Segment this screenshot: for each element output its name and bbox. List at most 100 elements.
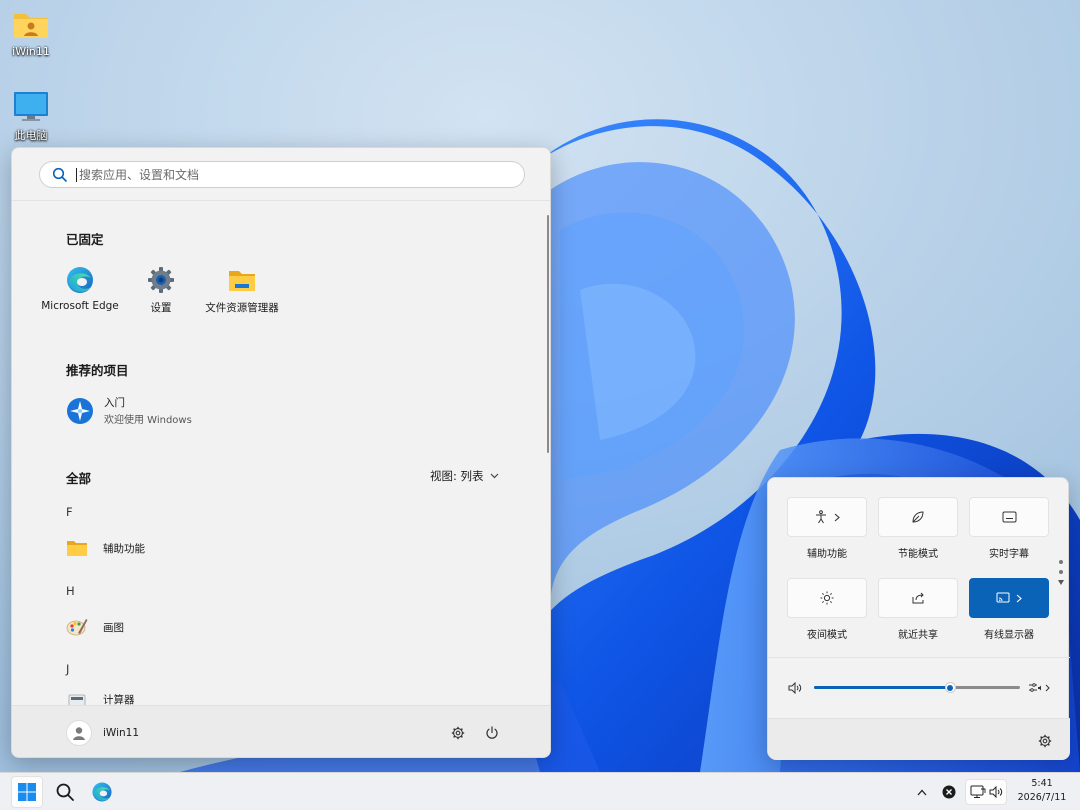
tile-live-captions[interactable] <box>969 497 1049 537</box>
tray-status-button[interactable] <box>939 782 959 802</box>
taskbar-search-button[interactable] <box>49 776 81 808</box>
search-input[interactable] <box>79 167 499 182</box>
pinned-app-edge[interactable]: Microsoft Edge <box>40 265 120 312</box>
desktop-icon-label: 此电脑 <box>14 129 48 142</box>
view-mode-label: 视图: 列表 <box>430 469 484 483</box>
start-menu-footer: iWin11 <box>12 705 550 757</box>
tile-energy-saver[interactable] <box>878 497 958 537</box>
pinned-app-label: 文件资源管理器 <box>205 302 279 314</box>
tile-label: 实时字幕 <box>989 549 1029 560</box>
volume-icon <box>989 786 1002 798</box>
tile-label: 节能模式 <box>898 549 938 560</box>
user-account-button[interactable]: iWin11 <box>66 720 139 746</box>
page-dot[interactable] <box>1059 570 1063 574</box>
leaf-icon <box>912 511 924 523</box>
captions-icon <box>1002 511 1016 523</box>
monitor-icon <box>11 90 51 124</box>
pinned-app-label: Microsoft Edge <box>41 300 119 312</box>
taskbar: 5:41 2026/7/11 <box>0 772 1080 810</box>
all-apps-section-title: 全部 <box>66 471 92 486</box>
tile-accessibility[interactable] <box>787 497 867 537</box>
pinned-app-file-explorer[interactable]: 文件资源管理器 <box>202 265 282 315</box>
tile-wired-display[interactable] <box>969 578 1049 618</box>
app-group-letter[interactable]: J <box>66 662 69 676</box>
show-hidden-icons-button[interactable] <box>912 782 932 802</box>
speaker-icon[interactable] <box>788 682 802 694</box>
app-list-item-label: 辅助功能 <box>103 542 145 555</box>
chevron-down-icon <box>490 473 498 479</box>
pinned-app-label: 设置 <box>150 302 172 314</box>
chevron-right-icon <box>1016 594 1022 602</box>
recommended-item-subtitle: 欢迎使用 Windows <box>104 415 192 426</box>
user-icon <box>73 727 85 740</box>
avatar <box>66 720 92 746</box>
tile-night-light[interactable] <box>787 578 867 618</box>
recommended-section-title: 推荐的项目 <box>66 363 129 378</box>
app-list-item-paint[interactable]: 画图 <box>66 616 124 638</box>
settings-button[interactable] <box>448 723 468 743</box>
quick-settings-footer <box>768 718 1070 760</box>
app-group-letter[interactable]: H <box>66 584 75 598</box>
close-circle-icon <box>942 785 956 799</box>
pinned-app-settings[interactable]: 设置 <box>121 265 201 315</box>
user-folder-icon <box>11 8 51 42</box>
desktop-icon-user-folder[interactable]: iWin11 <box>1 8 61 58</box>
user-name: iWin11 <box>103 727 140 739</box>
share-icon <box>912 592 924 604</box>
divider <box>12 200 550 201</box>
network-monitor-icon <box>970 785 985 798</box>
start-search-box[interactable] <box>39 161 525 188</box>
audio-output-selector-icon[interactable] <box>1028 682 1050 694</box>
app-list-item-label: 画图 <box>103 621 124 634</box>
gear-icon <box>451 726 465 740</box>
tile-label: 夜间模式 <box>807 630 847 641</box>
volume-slider[interactable] <box>814 682 1020 693</box>
page-indicator[interactable] <box>1058 560 1064 585</box>
settings-gear-icon <box>148 267 174 293</box>
page-dot[interactable] <box>1059 560 1063 564</box>
desktop-icon-label: iWin11 <box>12 45 50 58</box>
windows-logo-icon <box>18 783 36 801</box>
power-icon <box>486 726 498 739</box>
search-icon <box>56 783 74 801</box>
accessibility-icon <box>816 510 826 524</box>
taskbar-edge-button[interactable] <box>86 776 118 808</box>
brightness-icon <box>820 591 834 605</box>
desktop-icon-this-pc[interactable]: 此电脑 <box>1 90 61 143</box>
paint-icon <box>66 619 88 636</box>
gear-icon <box>1038 734 1052 748</box>
power-button[interactable] <box>482 723 502 743</box>
quick-settings-panel: 辅助功能 节能模式 实时字幕 夜间模式 就近共享 有线显示器 <box>767 477 1070 760</box>
cast-icon <box>996 592 1010 603</box>
recommended-item-title: 入门 <box>104 397 125 409</box>
get-started-icon <box>67 397 93 424</box>
recommended-item-get-started[interactable]: 入门 欢迎使用 Windows <box>66 395 192 426</box>
file-explorer-icon <box>229 271 255 291</box>
volume-slider-thumb[interactable] <box>944 682 956 693</box>
edge-icon <box>92 782 112 802</box>
search-icon <box>52 167 67 182</box>
folder-icon <box>67 541 87 556</box>
volume-slider-fill <box>814 686 950 689</box>
app-list-item-accessibility[interactable]: 辅助功能 <box>66 537 145 559</box>
start-menu: 已固定 Microsoft Edge <box>11 147 551 758</box>
chevron-up-icon <box>917 789 927 795</box>
taskbar-clock[interactable]: 5:41 2026/7/11 <box>1012 777 1072 805</box>
tile-label: 有线显示器 <box>984 630 1034 641</box>
divider <box>768 657 1070 658</box>
app-group-letter[interactable]: F <box>66 505 73 519</box>
start-button[interactable] <box>11 776 43 808</box>
clock-date: 2026/7/11 <box>1017 792 1067 803</box>
chevron-right-icon <box>834 513 840 521</box>
scrollbar[interactable] <box>547 215 549 453</box>
tile-nearby-sharing[interactable] <box>878 578 958 618</box>
edge-icon <box>67 267 93 293</box>
tile-label: 就近共享 <box>898 630 938 641</box>
volume-control <box>788 682 1050 694</box>
text-caret <box>76 167 77 182</box>
view-mode-dropdown[interactable]: 视图: 列表 <box>430 468 499 484</box>
quick-settings-button[interactable] <box>965 779 1007 805</box>
caret-down-icon <box>1058 580 1064 585</box>
quick-settings-edit-button[interactable] <box>1038 733 1052 748</box>
tile-label: 辅助功能 <box>807 549 847 560</box>
